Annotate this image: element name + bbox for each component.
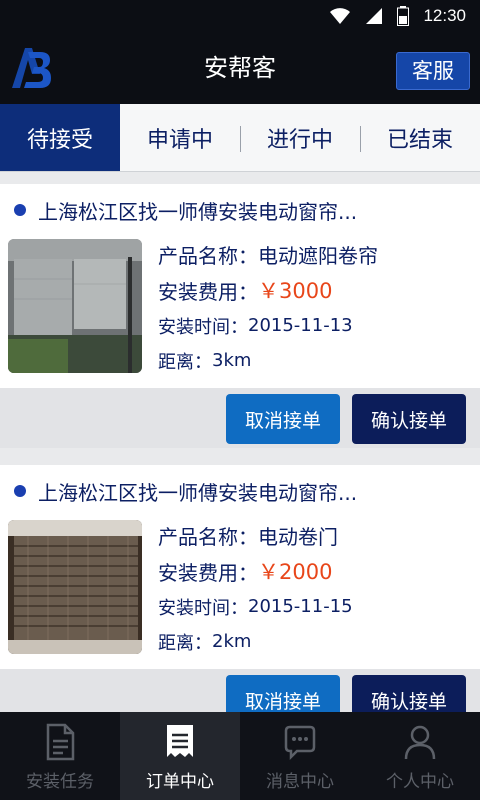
order-title: 上海松江区找一师傅安装电动窗帘... bbox=[14, 475, 470, 507]
bottom-navigation: 安装任务 订单中心 消息中心 个人中心 bbox=[0, 712, 480, 800]
wifi-icon bbox=[330, 8, 351, 24]
nav-label: 消息中心 bbox=[266, 772, 334, 792]
confirm-order-button[interactable]: 确认接单 bbox=[352, 394, 466, 444]
order-card-body[interactable]: 上海松江区找一师傅安装电动窗帘... 产品名称： 电动卷门 安装费用： ￥200… bbox=[0, 465, 480, 669]
chat-bubble-icon bbox=[284, 725, 316, 761]
product-name: 电动遮阳卷帘 bbox=[258, 243, 378, 268]
nav-order-center[interactable]: 订单中心 bbox=[120, 712, 240, 800]
nav-label: 安装任务 bbox=[26, 772, 94, 792]
status-bar: 12:30 bbox=[0, 0, 480, 32]
tab-finished[interactable]: 已结束 bbox=[360, 104, 480, 171]
battery-icon bbox=[397, 6, 410, 26]
distance-label: 距离： bbox=[158, 632, 212, 654]
product-image bbox=[8, 520, 142, 654]
time-label: 安装时间： bbox=[158, 316, 248, 338]
product-image bbox=[8, 239, 142, 373]
cancel-order-button[interactable]: 取消接单 bbox=[226, 675, 340, 712]
nav-label: 个人中心 bbox=[386, 772, 454, 792]
fee-value: ￥2000 bbox=[258, 560, 333, 584]
cancel-order-button[interactable]: 取消接单 bbox=[226, 394, 340, 444]
document-icon bbox=[46, 723, 75, 761]
order-actions: 取消接单 确认接单 bbox=[0, 388, 480, 448]
order-card: 上海松江区找一师傅安装电动窗帘... 产品名称： 电动卷门 安装费用： ￥200… bbox=[0, 453, 480, 712]
order-title-text: 上海松江区找一师傅安装电动窗帘... bbox=[38, 199, 358, 224]
tab-in-progress[interactable]: 进行中 bbox=[240, 104, 360, 171]
order-list: 上海松江区找一师傅安装电动窗帘... 产品名称： 电动遮阳卷帘 安装费用： ￥3… bbox=[0, 172, 480, 712]
tab-applying[interactable]: 申请中 bbox=[120, 104, 240, 171]
fee-label: 安装费用： bbox=[158, 279, 258, 304]
order-card: 上海松江区找一师傅安装电动窗帘... 产品名称： 电动遮阳卷帘 安装费用： ￥3… bbox=[0, 172, 480, 448]
order-info: 产品名称： 电动卷门 安装费用： ￥2000 安装时间： 2015-11-15 … bbox=[158, 517, 353, 659]
fee-value: ￥3000 bbox=[258, 279, 333, 303]
time-row: 安装时间： 2015-11-13 bbox=[158, 308, 378, 343]
person-icon bbox=[404, 725, 436, 760]
order-info: 产品名称： 电动遮阳卷帘 安装费用： ￥3000 安装时间： 2015-11-1… bbox=[158, 236, 378, 378]
fee-row: 安装费用： ￥2000 bbox=[158, 553, 353, 589]
distance-label: 距离： bbox=[158, 351, 212, 373]
nav-label: 订单中心 bbox=[146, 772, 214, 792]
bullet-dot-icon bbox=[14, 485, 26, 497]
nav-personal-center[interactable]: 个人中心 bbox=[360, 712, 480, 800]
distance-value: 3km bbox=[212, 350, 252, 371]
time-value: 2015-11-13 bbox=[248, 315, 353, 336]
signal-icon bbox=[366, 8, 383, 24]
order-title: 上海松江区找一师傅安装电动窗帘... bbox=[14, 194, 470, 226]
product-name: 电动卷门 bbox=[258, 524, 338, 549]
product-row: 产品名称： 电动遮阳卷帘 bbox=[158, 236, 378, 272]
fee-label: 安装费用： bbox=[158, 560, 258, 585]
bullet-dot-icon bbox=[14, 204, 26, 216]
product-label: 产品名称： bbox=[158, 524, 258, 549]
order-status-tabs: 待接受 申请中 进行中 已结束 bbox=[0, 104, 480, 172]
time-value: 2015-11-15 bbox=[248, 596, 353, 617]
nav-install-tasks[interactable]: 安装任务 bbox=[0, 712, 120, 800]
order-card-body[interactable]: 上海松江区找一师傅安装电动窗帘... 产品名称： 电动遮阳卷帘 安装费用： ￥3… bbox=[0, 184, 480, 388]
order-title-text: 上海松江区找一师傅安装电动窗帘... bbox=[38, 480, 358, 505]
distance-row: 距离： 3km bbox=[158, 343, 378, 378]
nav-message-center[interactable]: 消息中心 bbox=[240, 712, 360, 800]
clock: 12:30 bbox=[423, 6, 466, 25]
distance-value: 2km bbox=[212, 631, 252, 652]
tab-pending[interactable]: 待接受 bbox=[0, 104, 120, 171]
distance-row: 距离： 2km bbox=[158, 624, 353, 659]
app-header: 安帮客 客服 bbox=[0, 32, 480, 104]
order-actions: 取消接单 确认接单 bbox=[0, 669, 480, 712]
receipt-icon bbox=[167, 725, 193, 757]
customer-service-button[interactable]: 客服 bbox=[396, 52, 470, 90]
fee-row: 安装费用： ￥3000 bbox=[158, 272, 378, 308]
product-row: 产品名称： 电动卷门 bbox=[158, 517, 353, 553]
time-row: 安装时间： 2015-11-15 bbox=[158, 589, 353, 624]
time-label: 安装时间： bbox=[158, 597, 248, 619]
confirm-order-button[interactable]: 确认接单 bbox=[352, 675, 466, 712]
product-label: 产品名称： bbox=[158, 243, 258, 268]
